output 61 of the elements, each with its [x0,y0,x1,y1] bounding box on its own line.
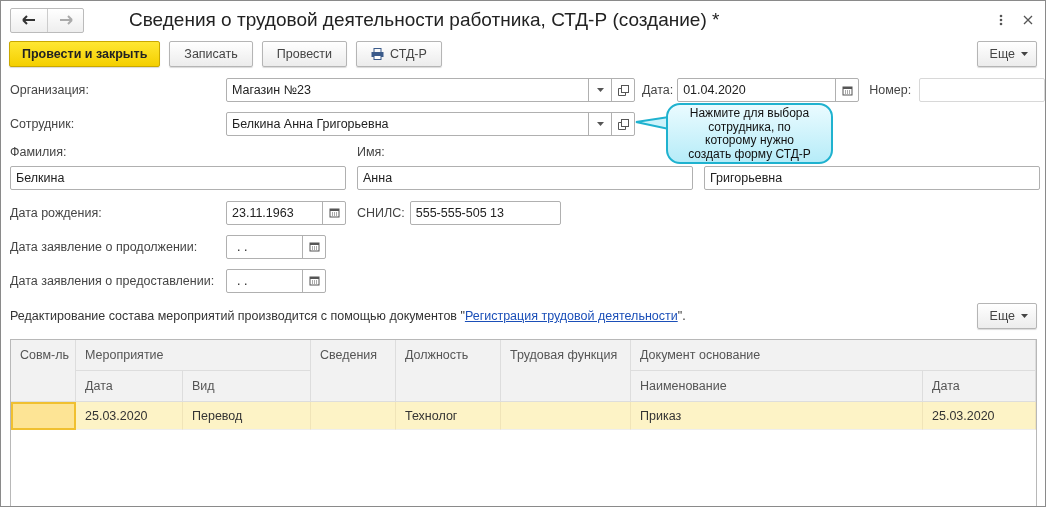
column-header: Мероприятие [76,340,311,371]
post-and-close-button[interactable]: Провести и закрыть [9,41,161,67]
organization-field[interactable]: Магазин №23 [226,78,635,102]
table-cell: 25.03.2020 [76,402,183,430]
toolbar-button[interactable]: Провести [261,41,348,67]
column-header: Дата [923,371,1036,402]
printer-icon [371,48,385,60]
calendar-icon[interactable] [308,275,320,286]
more-icon[interactable] [999,14,1003,26]
table-cell: Технолог [396,402,501,430]
column-header: Дата [76,371,183,402]
employee-field[interactable]: Белкина Анна Григорьевна [226,112,635,136]
middle-name-field[interactable]: Григорьевна [704,166,1040,190]
column-header: Документ основание [631,340,1036,371]
column-header: Наименование [631,371,923,402]
more-button[interactable]: Еще [976,41,1037,67]
last-name-field[interactable]: Белкина [10,166,346,190]
calendar-icon[interactable] [841,84,853,96]
column-header: Сведения [311,340,396,402]
table-cell: Перевод [183,402,311,430]
field-label: Дата заявление о продолжении: [10,239,199,254]
field-label: Фамилия: [10,145,68,161]
column-header: Вид [183,371,311,402]
field-label: Дата: [642,83,674,97]
dropdown-icon[interactable] [596,122,604,126]
more-button[interactable]: Еще [976,303,1037,329]
back-arrow-icon [22,15,36,25]
calendar-icon[interactable] [328,207,340,218]
table-cell: Приказ [631,402,923,430]
column-header: Совм-ль [11,340,76,402]
tooltip: Нажмите для выбора сотрудника, по которому нужно создать форму СТД-Р [666,103,833,164]
caret-icon [1021,314,1028,318]
field-label: Дата рождения: [10,205,103,220]
snils-field[interactable]: 555-555-505 13 [409,200,561,225]
window-title: Сведения о трудовой деятельности работника, СТД-Р (создание) * [129,9,721,31]
date-field[interactable]: . . [226,234,326,259]
dropdown-icon[interactable] [596,88,604,92]
open-icon[interactable] [617,84,629,96]
open-icon[interactable] [617,118,629,130]
field-label: Организация: [10,83,90,97]
table-cell: 25.03.2020 [923,402,1036,430]
close-icon[interactable] [1023,15,1033,25]
field-label: Сотрудник: [10,117,76,131]
calendar-icon[interactable] [308,241,320,252]
column-header: Должность [396,340,501,402]
toolbar-button[interactable]: Записать [169,41,253,67]
date-field[interactable]: . . [226,268,326,293]
info-text: Редактирование состава мероприятий производится с помощью документов "Регистрация трудовой деятельности". [10,309,686,323]
field-label: Номер: [869,83,912,97]
first-name-field[interactable]: Анна [357,166,693,190]
column-header: Трудовая функция [501,340,631,402]
birth-date-field[interactable]: 23.11.1963 [226,200,346,225]
forward-arrow-icon [58,15,73,25]
print-button[interactable]: СТД-Р [356,41,442,67]
date-field[interactable]: 01.04.2020 [677,78,860,102]
number-field[interactable] [919,78,1045,102]
field-label: Дата заявления о предоставлении: [10,273,216,288]
table-cell[interactable] [11,402,76,430]
field-label: СНИЛС: [357,205,405,220]
registration-link[interactable]: Регистрация трудовой деятельности [464,309,678,323]
caret-icon [1021,52,1028,56]
